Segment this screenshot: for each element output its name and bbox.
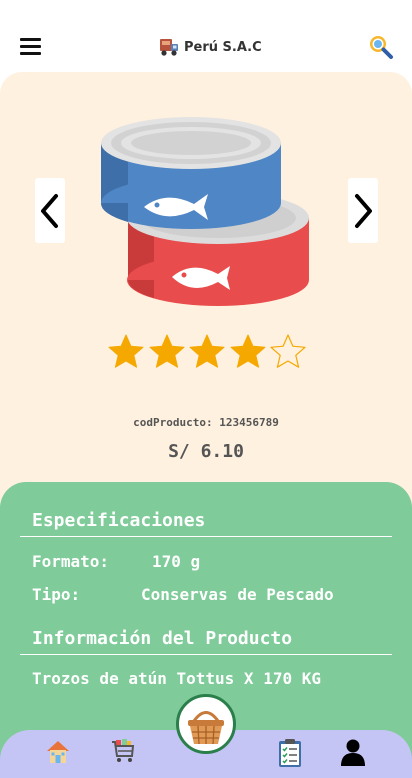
delivery-truck-icon [160, 39, 178, 56]
product-price: S/ 6.10 [168, 441, 244, 462]
star-empty-icon[interactable] [269, 333, 307, 371]
hamburger-icon-line [20, 52, 41, 55]
home-icon [47, 741, 69, 763]
nav-cart[interactable] [111, 738, 135, 768]
product-code-value: 123456789 [219, 416, 279, 429]
hamburger-icon-line [20, 45, 41, 48]
basket-button[interactable] [176, 694, 236, 754]
format-value: 170 g [152, 552, 201, 571]
nav-profile[interactable] [340, 738, 366, 770]
clipboard-list-icon [279, 739, 301, 767]
search-button[interactable] [368, 34, 394, 60]
product-description: Trozos de atún Tottus X 170 KG [32, 669, 321, 688]
chevron-right-icon [355, 194, 372, 228]
type-label: Tipo: [32, 585, 81, 604]
nav-orders[interactable] [277, 738, 303, 772]
product-code: codProducto: 123456789 [0, 416, 412, 429]
type-value: Conservas de Pescado [141, 585, 334, 604]
basket-icon [188, 711, 224, 745]
search-icon [370, 36, 393, 59]
info-title: Información del Producto [32, 628, 293, 649]
star-filled-icon[interactable] [188, 333, 226, 371]
nav-home[interactable] [44, 738, 72, 770]
product-code-label: codProducto: [133, 416, 213, 429]
star-filled-icon[interactable] [148, 333, 186, 371]
shopping-cart-icon [112, 739, 135, 762]
previous-image-button[interactable] [35, 178, 65, 243]
star-filled-icon[interactable] [107, 333, 145, 371]
top-bar: Perú S.A.C [0, 0, 412, 72]
brand: Perú S.A.C [158, 36, 262, 58]
star-filled-icon[interactable] [229, 333, 267, 371]
next-image-button[interactable] [348, 178, 378, 243]
info-divider [20, 654, 392, 655]
menu-button[interactable] [20, 38, 42, 56]
product-rating[interactable] [107, 333, 310, 371]
specs-title: Especificaciones [32, 510, 206, 531]
format-label: Formato: [32, 552, 110, 571]
user-icon [341, 739, 365, 766]
specs-divider [20, 536, 392, 537]
hamburger-icon [20, 38, 41, 41]
product-image [100, 117, 309, 306]
brand-title: Perú S.A.C [184, 39, 262, 55]
chevron-left-icon [41, 194, 58, 228]
